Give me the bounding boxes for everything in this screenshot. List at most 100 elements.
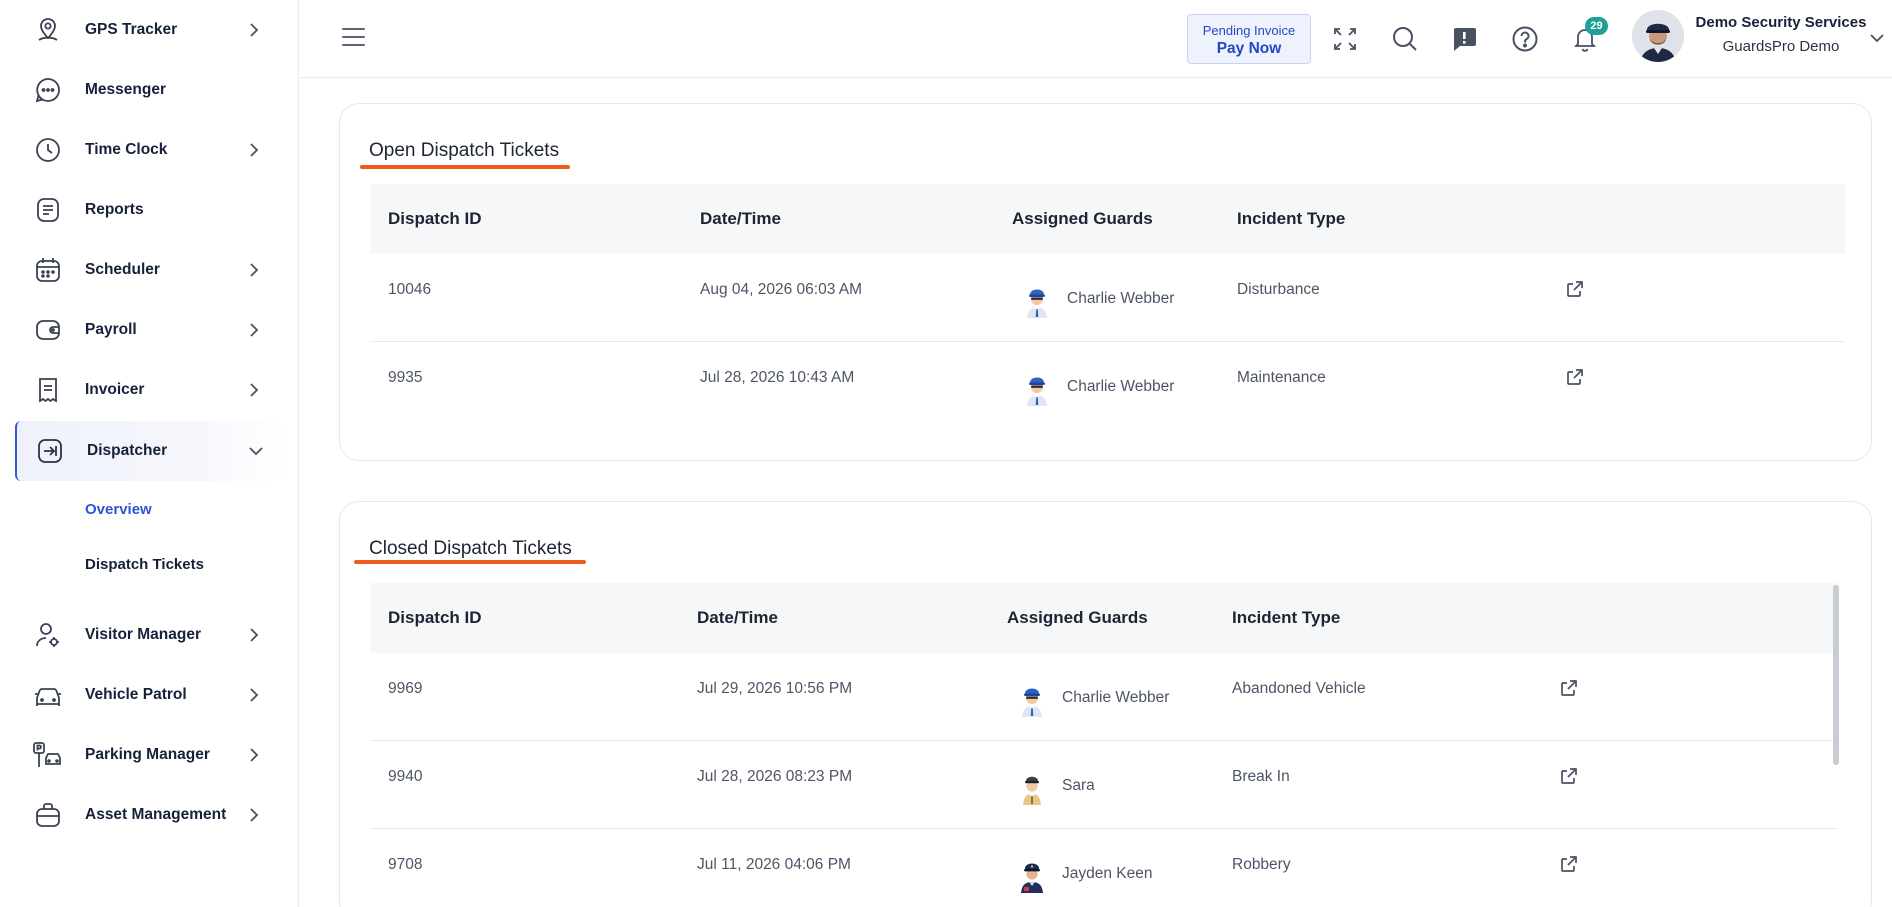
dispatch-id: 9935 xyxy=(388,369,423,386)
car-icon xyxy=(32,679,64,711)
user-organization: GuardsPro Demo xyxy=(1722,38,1840,55)
guard-name: Charlie Webber xyxy=(1067,290,1175,307)
open-tickets-title: Open Dispatch Tickets xyxy=(369,140,560,161)
chevron-right-icon xyxy=(250,323,259,337)
chevron-down-icon xyxy=(249,447,263,456)
pay-now-button[interactable]: Pending Invoice Pay Now xyxy=(1187,14,1311,64)
sidebar-item-label: Scheduler xyxy=(85,261,160,278)
sidebar-item-payroll[interactable]: Payroll xyxy=(0,300,299,360)
dispatch-datetime: Jul 28, 2026 10:43 AM xyxy=(700,369,855,386)
guard-avatar-icon xyxy=(1027,289,1047,318)
external-link-icon[interactable] xyxy=(1565,367,1585,387)
incident-type: Break In xyxy=(1232,768,1290,785)
title-underline xyxy=(354,560,586,564)
external-link-icon[interactable] xyxy=(1559,854,1579,874)
incident-type: Disturbance xyxy=(1237,281,1320,298)
column-header: Assigned Guards xyxy=(1012,209,1153,228)
help-icon[interactable] xyxy=(1510,24,1540,54)
notification-count-badge: 29 xyxy=(1585,17,1608,35)
column-header: Incident Type xyxy=(1237,209,1346,228)
sidebar-item-invoicer[interactable]: Invoicer xyxy=(0,360,299,420)
closed-tickets-title: Closed Dispatch Tickets xyxy=(369,538,572,559)
user-gear-icon xyxy=(32,619,64,651)
column-header: Date/Time xyxy=(700,209,781,228)
sidebar-item-label: Reports xyxy=(85,201,144,218)
chevron-right-icon xyxy=(250,748,259,762)
location-pin-icon xyxy=(32,14,64,46)
avatar[interactable] xyxy=(1632,10,1684,62)
table-row: 9708 Jul 11, 2026 04:06 PM Jayden Keen R… xyxy=(370,829,1838,907)
search-icon[interactable] xyxy=(1390,24,1420,54)
sidebar-item-scheduler[interactable]: Scheduler xyxy=(0,240,299,300)
dispatch-id: 9969 xyxy=(388,680,423,697)
closed-tickets-card: Closed Dispatch Tickets Dispatch ID Date… xyxy=(339,501,1872,907)
user-name: Demo Security Services xyxy=(1695,14,1867,31)
parking-icon xyxy=(32,739,64,771)
sidebar-item-label: Visitor Manager xyxy=(85,626,202,643)
menu-icon[interactable] xyxy=(342,28,366,48)
guard-avatar-icon xyxy=(1027,377,1047,406)
chevron-right-icon xyxy=(250,383,259,397)
dispatch-arrow-icon xyxy=(34,435,66,467)
sidebar-item-gps-tracker[interactable]: GPS Tracker xyxy=(0,0,299,60)
table-scrollbar[interactable] xyxy=(1833,585,1839,765)
clock-icon xyxy=(32,134,64,166)
sidebar-item-label: Payroll xyxy=(85,321,137,338)
open-tickets-card: Open Dispatch Tickets Dispatch ID Date/T… xyxy=(339,103,1872,461)
table-row: 9940 Jul 28, 2026 08:23 PM Sara Break In xyxy=(370,741,1838,829)
dispatch-datetime: Jul 11, 2026 04:06 PM xyxy=(697,856,851,873)
pending-invoice-label: Pending Invoice xyxy=(1202,23,1296,38)
title-underline xyxy=(360,165,570,169)
feedback-icon[interactable] xyxy=(1450,24,1480,54)
dispatch-id: 9708 xyxy=(388,856,423,873)
guard-avatar-icon xyxy=(1023,776,1041,805)
external-link-icon[interactable] xyxy=(1559,766,1579,786)
table-row: 10046 Aug 04, 2026 06:03 AM Charlie Webb… xyxy=(370,254,1845,342)
dispatch-datetime: Aug 04, 2026 06:03 AM xyxy=(700,281,863,298)
sidebar-subitem-dispatch-tickets[interactable]: Dispatch Tickets xyxy=(85,556,204,573)
sidebar-item-reports[interactable]: Reports xyxy=(0,180,299,240)
chevron-right-icon xyxy=(250,263,259,277)
chevron-right-icon xyxy=(250,688,259,702)
guard-name: Charlie Webber xyxy=(1067,378,1175,395)
dispatch-datetime: Jul 28, 2026 08:23 PM xyxy=(697,768,853,785)
chevron-right-icon xyxy=(250,143,259,157)
column-header: Dispatch ID xyxy=(388,209,482,228)
sidebar-item-label: Parking Manager xyxy=(85,746,210,763)
sidebar-item-parking-manager[interactable]: Parking Manager xyxy=(0,725,299,785)
external-link-icon[interactable] xyxy=(1559,678,1579,698)
sidebar-subitem-overview[interactable]: Overview xyxy=(85,501,152,518)
sidebar-item-time-clock[interactable]: Time Clock xyxy=(0,120,299,180)
incident-type: Abandoned Vehicle xyxy=(1232,680,1366,697)
sidebar-item-vehicle-patrol[interactable]: Vehicle Patrol xyxy=(0,665,299,725)
guard-name: Charlie Webber xyxy=(1062,689,1170,706)
briefcase-icon xyxy=(32,799,64,831)
document-list-icon xyxy=(32,194,64,226)
column-header: Assigned Guards xyxy=(1007,608,1148,627)
chat-bubble-icon xyxy=(32,74,64,106)
sidebar-item-dispatcher[interactable]: Dispatcher xyxy=(15,421,286,481)
external-link-icon[interactable] xyxy=(1565,279,1585,299)
sidebar-item-label: Invoicer xyxy=(85,381,145,398)
pay-now-label: Pay Now xyxy=(1216,40,1282,57)
column-header: Date/Time xyxy=(697,608,778,627)
chevron-down-icon[interactable] xyxy=(1867,28,1887,48)
table-row: 9969 Jul 29, 2026 10:56 PM Charlie Webbe… xyxy=(370,653,1838,741)
column-header: Dispatch ID xyxy=(388,608,482,627)
table-header: Dispatch ID Date/Time Assigned Guards In… xyxy=(370,583,1838,653)
dispatch-datetime: Jul 29, 2026 10:56 PM xyxy=(697,680,853,697)
sidebar-item-label: Dispatcher xyxy=(87,442,168,459)
sidebar-item-label: GPS Tracker xyxy=(85,21,178,38)
guard-avatar-icon xyxy=(1021,863,1043,893)
fullscreen-icon[interactable] xyxy=(1330,24,1360,54)
table-header: Dispatch ID Date/Time Assigned Guards In… xyxy=(370,184,1845,254)
sidebar-item-messenger[interactable]: Messenger xyxy=(0,60,299,120)
dispatch-id: 9940 xyxy=(388,768,423,785)
sidebar-item-visitor-manager[interactable]: Visitor Manager xyxy=(0,605,299,665)
sidebar-item-label: Vehicle Patrol xyxy=(85,686,187,703)
chevron-right-icon xyxy=(250,628,259,642)
sidebar-item-asset-management[interactable]: Asset Management xyxy=(0,785,299,845)
column-header: Incident Type xyxy=(1232,608,1341,627)
incident-type: Robbery xyxy=(1232,856,1291,873)
guard-avatar-icon xyxy=(1022,688,1042,717)
